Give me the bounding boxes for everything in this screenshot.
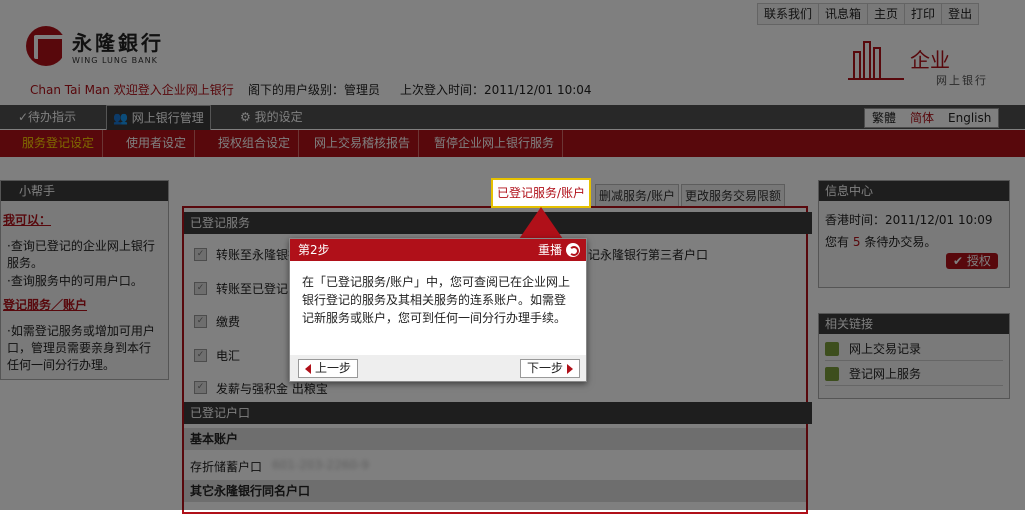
next-step-button[interactable]: 下一步 [519, 359, 580, 378]
prev-step-button[interactable]: 上一步 [298, 359, 359, 378]
tooltip-body: 在「已登记服务/账户」中，您可查阅已在企业网上银行登记的服务及其相关服务的连系账… [302, 275, 571, 325]
tooltip-header: 第2步 重播 [290, 239, 586, 261]
tooltip-pointer [519, 207, 563, 239]
tour-tooltip: 第2步 重播 在「已登记服务/账户」中，您可查阅已在企业网上银行登记的服务及其相… [289, 238, 587, 382]
replay-button[interactable]: 重播 [538, 239, 580, 261]
tooltip-footer: 上一步 下一步 [290, 355, 586, 381]
replay-icon [566, 243, 580, 257]
spotlight-registered-tab[interactable]: 已登记服务/账户 [491, 178, 591, 208]
next-label: 下一步 [526, 361, 563, 375]
arrow-left-icon [305, 363, 311, 374]
arrow-right-icon [567, 363, 573, 374]
prev-label: 上一步 [315, 361, 352, 375]
replay-label: 重播 [537, 243, 562, 257]
step-label: 第2步 [298, 243, 330, 257]
